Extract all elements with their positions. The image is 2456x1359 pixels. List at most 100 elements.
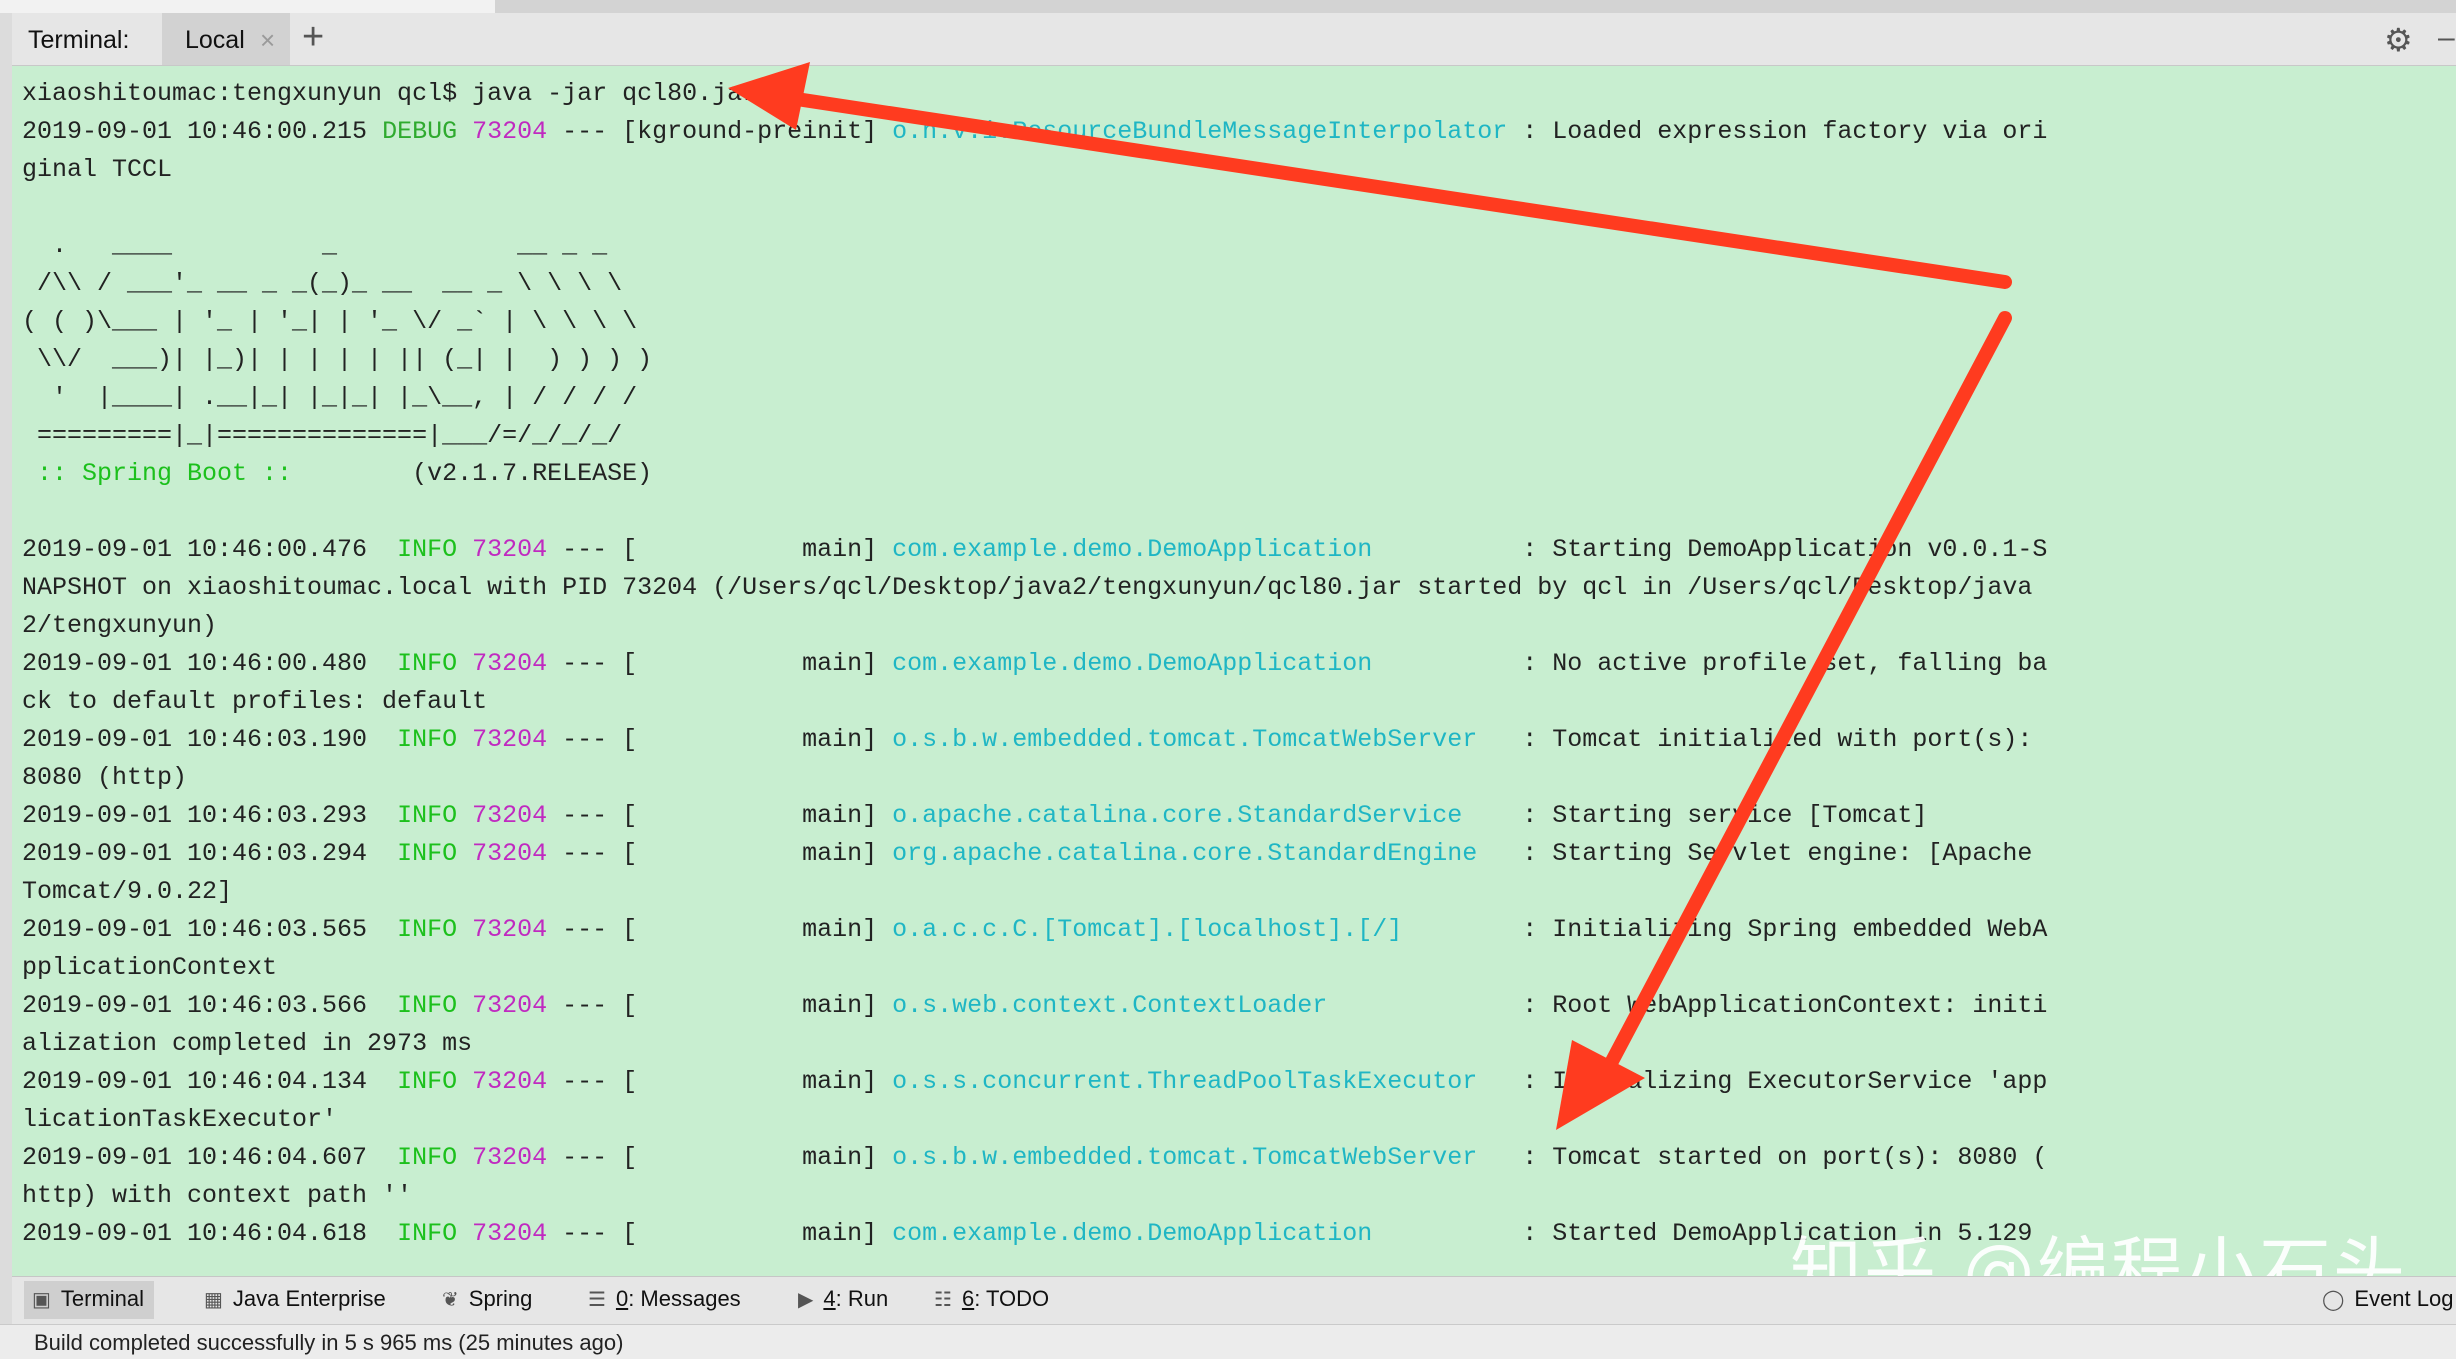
terminal-segment: : Initializing Spring embedded WebA	[1402, 915, 2048, 944]
tool-todo[interactable]: ☷ 6: TODO	[934, 1286, 1049, 1312]
terminal-line: 2019-09-01 10:46:00.480 INFO 73204 --- […	[22, 645, 2047, 683]
terminal-segment: --- [ main]	[547, 1067, 893, 1096]
terminal-segment: 73204	[472, 915, 548, 944]
terminal-segment: 73204	[472, 649, 548, 678]
close-icon[interactable]: ×	[260, 25, 275, 56]
terminal-segment: 2019-09-01 10:46:00.480	[22, 649, 398, 678]
terminal-line: :: Spring Boot :: (v2.1.7.RELEASE)	[22, 455, 2047, 493]
terminal-segment: --- [ main]	[547, 535, 893, 564]
gear-icon[interactable]: ⚙	[2384, 21, 2413, 59]
terminal-line: 2019-09-01 10:46:03.190 INFO 73204 --- […	[22, 721, 2047, 759]
terminal-segment: --- [kground-preinit]	[547, 117, 893, 146]
bottom-tool-window-bar: ▣ Terminal ▦ Java Enterprise ❦ Spring ☰ 0: M…	[12, 1276, 2456, 1325]
terminal-segment: o.s.s.concurrent.ThreadPoolTaskExecutor	[892, 1067, 1478, 1096]
tool-messages-key: 0	[615, 1286, 629, 1311]
terminal-segment: INFO	[397, 1067, 458, 1096]
terminal-segment: licationTaskExecutor'	[22, 1105, 338, 1134]
terminal-segment: 73204	[472, 117, 548, 146]
terminal-segment: INFO	[397, 801, 458, 830]
terminal-segment: 2019-09-01 10:46:00.215	[22, 117, 383, 146]
terminal-segment: org.apache.catalina.core.StandardEngine	[892, 839, 1478, 868]
terminal-segment: 2019-09-01 10:46:04.607	[22, 1143, 398, 1172]
terminal-line: 2019-09-01 10:46:03.294 INFO 73204 --- […	[22, 835, 2047, 873]
terminal-segment: INFO	[397, 1219, 458, 1248]
tab-local[interactable]: Local ×	[162, 13, 290, 65]
terminal-segment: : Tomcat started on port(s): 8080 (	[1477, 1143, 2048, 1172]
terminal-segment: --- [ main]	[547, 649, 893, 678]
terminal-line: Tomcat/9.0.22]	[22, 873, 2047, 911]
terminal-segment: INFO	[397, 725, 458, 754]
terminal-output[interactable]: xiaoshitoumac:tengxunyun qcl$ java -jar …	[12, 66, 2456, 1276]
terminal-segment: com.example.demo.DemoApplication	[892, 1219, 1373, 1248]
terminal-segment: 73204	[472, 1219, 548, 1248]
tool-run-label: : Run	[835, 1286, 889, 1311]
terminal-segment: : Starting DemoApplication v0.0.1-S	[1372, 535, 2048, 564]
terminal-segment: . ____ _ __ _ _	[22, 231, 608, 260]
spring-leaf-icon: ❦	[442, 1289, 459, 1311]
terminal-segment	[457, 1143, 472, 1172]
tool-java-enterprise[interactable]: ▦ Java Enterprise	[204, 1286, 386, 1312]
terminal-segment	[457, 535, 472, 564]
terminal-segment: 73204	[472, 1143, 548, 1172]
terminal-line: ginal TCCL	[22, 151, 2047, 189]
tool-spring[interactable]: ❦ Spring	[442, 1286, 532, 1312]
tool-messages[interactable]: ☰ 0: Messages	[588, 1286, 741, 1312]
terminal-segment: 2019-09-01 10:46:03.190	[22, 725, 398, 754]
terminal-segment: o.s.web.context.ContextLoader	[892, 991, 1328, 1020]
terminal-segment: 73204	[472, 801, 548, 830]
terminal-line: 2019-09-01 10:46:03.566 INFO 73204 --- […	[22, 987, 2047, 1025]
terminal-segment: Tomcat/9.0.22]	[22, 877, 233, 906]
run-icon: ▶	[798, 1289, 814, 1311]
terminal-segment: 2019-09-01 10:46:03.294	[22, 839, 398, 868]
terminal-segment	[457, 801, 472, 830]
terminal-segment: xiaoshitoumac:tengxunyun qcl$ java -jar …	[22, 79, 758, 108]
tool-java-enterprise-label: Java Enterprise	[232, 1286, 386, 1311]
terminal-segment: INFO	[397, 1143, 458, 1172]
tool-terminal-label: Terminal	[60, 1286, 145, 1311]
terminal-segment: INFO	[397, 991, 458, 1020]
terminal-line: =========|_|==============|___/=/_/_/_/	[22, 417, 2047, 455]
terminal-segment: DEBUG	[382, 117, 458, 146]
terminal-line: ' |____| .__|_| |_|_| |_\__, | / / / /	[22, 379, 2047, 417]
terminal-segment: --- [ main]	[547, 1143, 893, 1172]
terminal-line: pplicationContext	[22, 949, 2047, 987]
terminal-segment: : Root WebApplicationContext: initi	[1327, 991, 2048, 1020]
terminal-segment: --- [ main]	[547, 915, 893, 944]
terminal-segment	[457, 839, 472, 868]
terminal-segment: 8080 (http)	[22, 763, 188, 792]
tool-terminal[interactable]: ▣ Terminal	[24, 1281, 155, 1319]
terminal-segment: 2/tengxunyun)	[22, 611, 218, 640]
add-tab-button[interactable]: +	[302, 17, 324, 57]
tool-event-log[interactable]: ◯ Event Log	[2322, 1286, 2453, 1312]
tool-run[interactable]: ▶ 4: Run	[798, 1286, 888, 1312]
terminal-segment: 2019-09-01 10:46:04.134	[22, 1067, 398, 1096]
terminal-line: 2019-09-01 10:46:03.293 INFO 73204 --- […	[22, 797, 2047, 835]
terminal-segment: ck to default profiles: default	[22, 687, 488, 716]
terminal-segment: /\\ / ___'_ __ _ _(_)_ __ __ _ \ \ \ \	[22, 269, 623, 298]
terminal-segment: --- [ main]	[547, 1219, 893, 1248]
terminal-line: 2/tengxunyun)	[22, 607, 2047, 645]
terminal-segment: =========|_|==============|___/=/_/_/_/	[22, 421, 623, 450]
terminal-line: \\/ ___)| |_)| | | | | || (_| | ) ) ) )	[22, 341, 2047, 379]
terminal-segment: : Loaded expression factory via ori	[1507, 117, 2048, 146]
terminal-segment: o.s.b.w.embedded.tomcat.TomcatWebServer	[892, 725, 1478, 754]
terminal-line: licationTaskExecutor'	[22, 1101, 2047, 1139]
tool-run-key: 4	[823, 1286, 836, 1311]
minimize-icon[interactable]: –	[2438, 21, 2455, 55]
terminal-segment: --- [ main]	[547, 725, 893, 754]
java-enterprise-icon: ▦	[204, 1289, 223, 1311]
messages-icon: ☰	[588, 1289, 606, 1311]
terminal-segment: 73204	[472, 535, 548, 564]
terminal-line: alization completed in 2973 ms	[22, 1025, 2047, 1063]
terminal-segment: 73204	[472, 1067, 548, 1096]
terminal-segment	[457, 117, 472, 146]
terminal-segment: :: Spring Boot ::	[22, 459, 293, 488]
terminal-icon: ▣	[32, 1289, 51, 1311]
terminal-segment: : Starting Servlet engine: [Apache	[1477, 839, 2033, 868]
terminal-segment: 2019-09-01 10:46:04.618	[22, 1219, 398, 1248]
status-bar: Build completed successfully in 5 s 965 …	[0, 1324, 2456, 1359]
window-top-segment	[0, 0, 495, 13]
terminal-segment: 73204	[472, 725, 548, 754]
terminal-segment: INFO	[397, 649, 458, 678]
